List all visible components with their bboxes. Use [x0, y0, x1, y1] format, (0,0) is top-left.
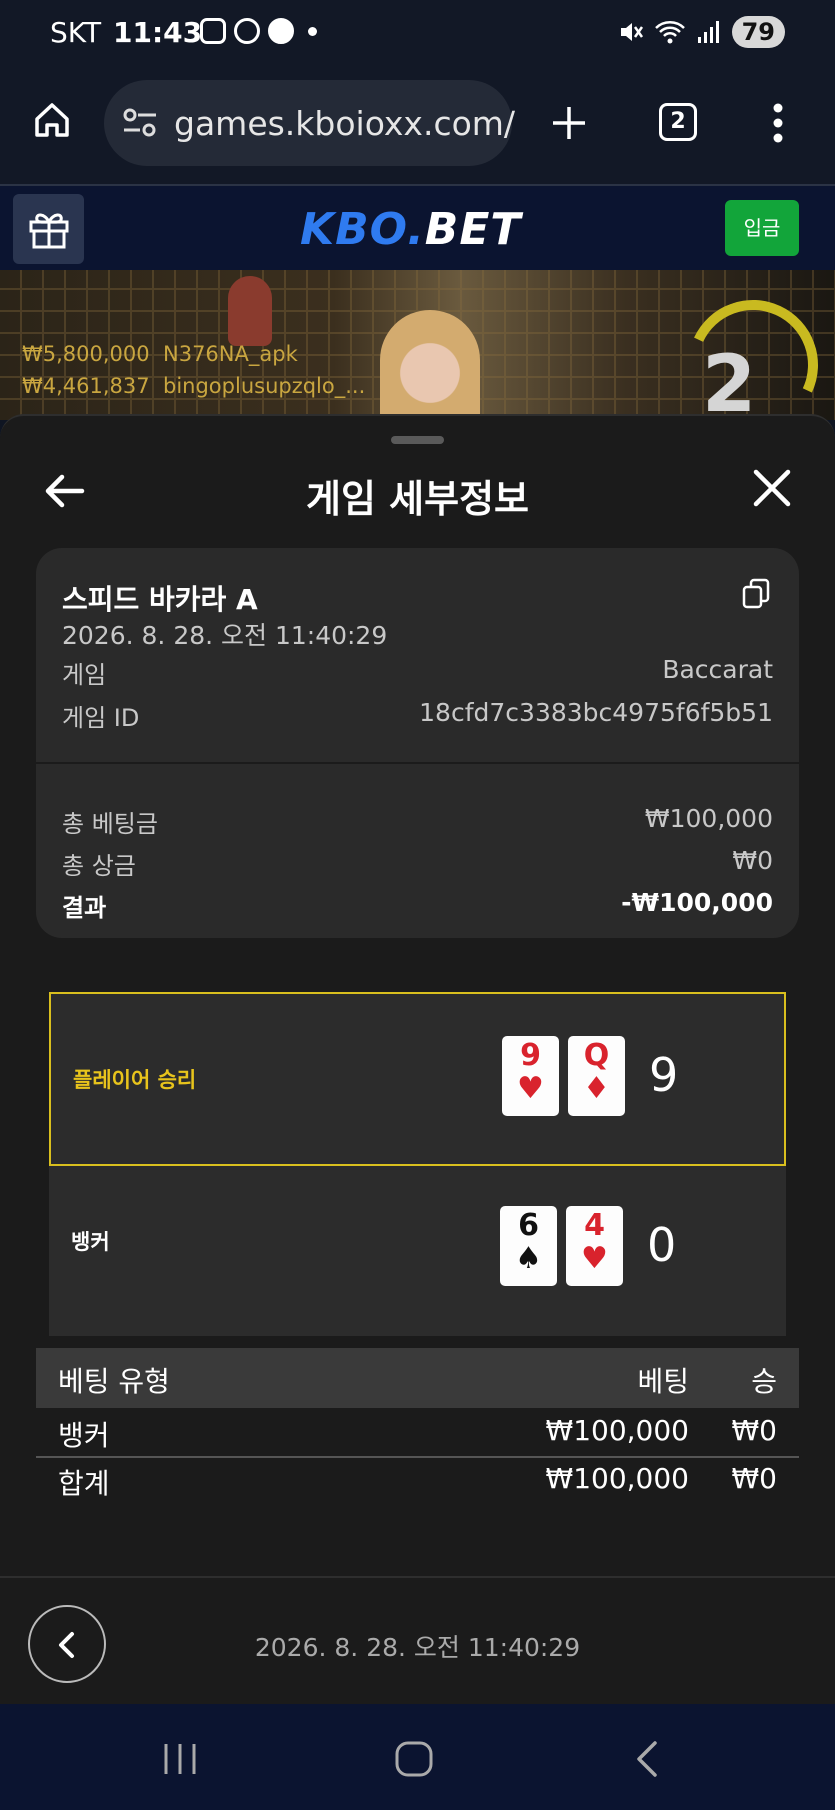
player-hand: 플레이어 승리 9 ♥ Q ♦ 9	[49, 992, 786, 1166]
game-details-sheet: 게임 세부정보 스피드 바카라 A 2026. 8. 28. 오전 11:40:…	[0, 414, 835, 1704]
banker-card-1: 6 ♠	[500, 1206, 557, 1286]
game-id-label: 게임 ID	[62, 704, 140, 732]
gift-icon	[29, 213, 69, 249]
carrier-label: SKT	[50, 16, 102, 49]
game-id-value: 18cfd7c3383bc4975f6f5b51	[419, 698, 773, 727]
banker-score: 0	[647, 1218, 677, 1272]
copy-icon[interactable]	[741, 578, 771, 610]
game-type-value: Baccarat	[662, 655, 773, 684]
home-icon[interactable]	[32, 100, 72, 140]
banker-card-2: 4 ♥	[566, 1206, 623, 1286]
footer-date: 2026. 8. 28. 오전 11:40:29	[254, 1633, 581, 1662]
system-navigation-bar	[0, 1704, 835, 1810]
bets-table-header: 베팅 유형 베팅 승	[36, 1348, 799, 1408]
card-divider	[36, 762, 799, 764]
total-win-label: 총 상금	[62, 852, 136, 880]
game-type-label: 게임	[62, 661, 107, 689]
player-card-2: Q ♦	[568, 1036, 625, 1116]
result-label: 결과	[62, 894, 107, 922]
game-name: 스피드 바카라 A	[62, 583, 258, 616]
wifi-icon	[654, 21, 685, 44]
sheet-title: 게임 세부정보	[306, 477, 529, 521]
browser-toolbar: games.kboioxx.com/ 2	[0, 70, 835, 184]
game-date: 2026. 8. 28. 오전 11:40:29	[62, 621, 388, 650]
message-icon	[268, 18, 294, 44]
header-bet-type: 베팅 유형	[58, 1365, 170, 1398]
battery-icon: 79	[731, 16, 785, 48]
win-ticker-item: ₩4,461,837 bingoplusupzqlo_...	[22, 374, 366, 398]
kakaotalk-icon	[234, 18, 260, 44]
game-info-card: 스피드 바카라 A 2026. 8. 28. 오전 11:40:29 게임 Ba…	[36, 548, 799, 938]
total-bet-label: 총 베팅금	[62, 810, 158, 838]
player-result-label: 플레이어 승리	[73, 1068, 197, 1092]
header-bet: 베팅	[637, 1365, 689, 1398]
clock: 11:43	[113, 16, 203, 49]
back-nav-icon[interactable]	[633, 1740, 661, 1778]
dealer-image	[380, 310, 480, 420]
live-game-banner: ₩5,800,000 N376NA_apk ₩4,461,837 bingopl…	[0, 270, 835, 420]
tab-switcher-button[interactable]: 2	[659, 103, 697, 141]
notification-icons	[200, 18, 317, 44]
countdown-timer: 2	[702, 340, 757, 420]
new-tab-icon[interactable]	[550, 104, 588, 142]
system-icons: 79	[618, 16, 785, 48]
row-divider	[36, 1456, 799, 1458]
total-win-value: ₩0	[732, 846, 773, 875]
more-options-icon[interactable]	[772, 102, 784, 144]
header-win: 승	[751, 1365, 777, 1398]
status-bar: SKT 11:43 79	[0, 0, 835, 70]
mute-icon	[620, 23, 643, 41]
total-bet-value: ₩100,000	[644, 804, 773, 833]
gift-button[interactable]	[13, 194, 84, 264]
banker-hand: 뱅커 6 ♠ 4 ♥ 0	[49, 1166, 786, 1336]
home-nav-icon[interactable]	[394, 1740, 434, 1778]
result-value: -₩100,000	[621, 888, 773, 917]
deposit-button[interactable]: 입금	[725, 200, 799, 256]
signal-icon	[697, 21, 719, 43]
close-icon[interactable]	[750, 466, 794, 510]
site-header: KBO.BET 입금	[0, 184, 835, 270]
footer-divider	[0, 1576, 835, 1578]
address-bar[interactable]: games.kboioxx.com/	[104, 80, 516, 166]
win-ticker-item: ₩5,800,000 N376NA_apk	[22, 342, 298, 366]
recent-apps-icon[interactable]	[160, 1742, 200, 1776]
player-score: 9	[649, 1048, 679, 1102]
background-dealer-image	[228, 276, 272, 346]
site-logo[interactable]: KBO.BET	[300, 204, 521, 255]
more-notifications-icon	[308, 26, 317, 36]
player-card-1: 9 ♥	[502, 1036, 559, 1116]
sheet-drag-handle[interactable]	[391, 436, 444, 444]
banker-label: 뱅커	[71, 1230, 110, 1254]
url-text: games.kboioxx.com/	[174, 104, 516, 143]
site-settings-icon[interactable]	[122, 106, 158, 140]
camera-icon	[200, 18, 226, 44]
